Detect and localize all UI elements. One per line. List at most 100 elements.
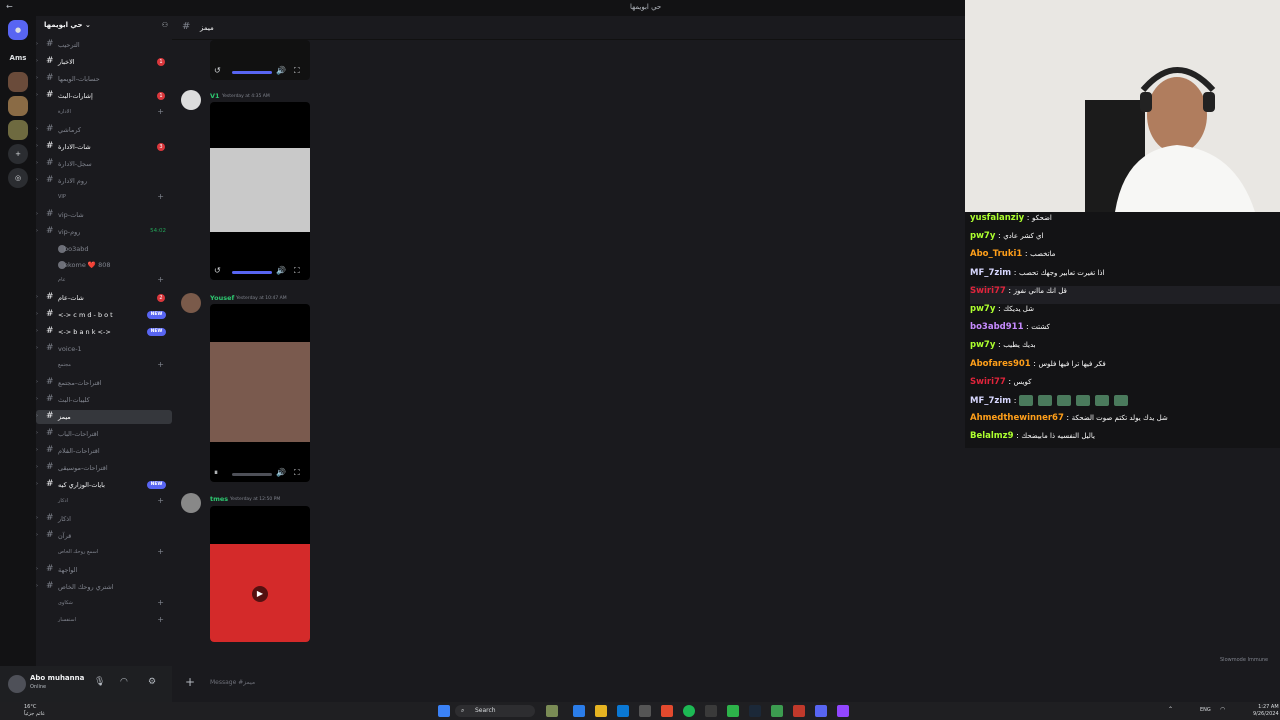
channel-item[interactable]: › # حسابات-الويمها	[36, 72, 172, 86]
add-channel-icon[interactable]: +	[157, 547, 164, 556]
fullscreen-icon[interactable]: ⛶	[294, 468, 300, 478]
server-icon-3[interactable]	[8, 120, 28, 140]
add-channel-icon[interactable]: +	[157, 360, 164, 369]
replay-icon[interactable]: ↺	[214, 266, 221, 275]
channel-item[interactable]: › # الترحيب	[36, 38, 172, 52]
language-indicator[interactable]: ENG	[1200, 707, 1211, 713]
message-author[interactable]: V1	[210, 92, 220, 100]
channel-category[interactable]: استفسار +	[36, 614, 172, 628]
volume-bar[interactable]	[232, 71, 272, 74]
message-author[interactable]: tmes	[210, 495, 228, 503]
add-channel-icon[interactable]: +	[157, 615, 164, 624]
fullscreen-icon[interactable]: ⛶	[294, 266, 300, 276]
app-icon-5[interactable]	[793, 705, 805, 717]
channel-item[interactable]: › # voice-1	[36, 342, 172, 356]
avatar[interactable]	[181, 293, 201, 313]
channel-category[interactable]: اسمع روحك الخاص +	[36, 546, 172, 560]
add-channel-icon[interactable]: +	[157, 107, 164, 116]
channel-item[interactable]: › # كرماشي	[36, 123, 172, 137]
channel-item[interactable]: › # vip-روم 54:02	[36, 225, 172, 239]
app-icon-1[interactable]	[573, 705, 585, 717]
channel-item[interactable]: › # الواجهة	[36, 563, 172, 577]
channel-item[interactable]: › # اقتراحات-موسيقى	[36, 461, 172, 475]
clock[interactable]: 1:27 AM 9/26/2024	[1253, 704, 1279, 718]
home-icon[interactable]: ●	[8, 20, 28, 40]
add-channel-icon[interactable]: +	[157, 496, 164, 505]
channel-item[interactable]: › # اقتراحات-الباب	[36, 427, 172, 441]
video-embed[interactable]: ⏸ 🔊 ⛶	[210, 304, 310, 482]
play-icon[interactable]: ▶	[252, 586, 268, 602]
back-icon[interactable]: ←	[6, 2, 13, 11]
progress-bar[interactable]	[232, 473, 272, 476]
voice-user[interactable]: bo3abd	[36, 242, 172, 256]
server-ams[interactable]: Ams	[8, 48, 28, 68]
channel-category[interactable]: اذكار +	[36, 495, 172, 509]
channel-item[interactable]: › # روم الادارة	[36, 174, 172, 188]
edge-icon[interactable]	[617, 705, 629, 717]
app-icon-2[interactable]	[639, 705, 651, 717]
settings-gear-icon[interactable]: ⚙	[148, 677, 156, 687]
widgets-icon[interactable]	[546, 705, 558, 717]
channel-item[interactable]: › # شات-الادارة 3	[36, 140, 172, 154]
avatar[interactable]	[8, 675, 26, 693]
avatar[interactable]	[181, 493, 201, 513]
pause-icon[interactable]: ⏸	[214, 468, 218, 478]
channel-item[interactable]: › # قرآن	[36, 529, 172, 543]
steam-icon[interactable]	[749, 705, 761, 717]
channel-category[interactable]: VIP +	[36, 191, 172, 205]
channel-item[interactable]: › # اشتري روحك الخاص	[36, 580, 172, 594]
video-embed[interactable]: ▶	[210, 506, 310, 642]
channel-item[interactable]: › # سجل-الادارة	[36, 157, 172, 171]
fullscreen-icon[interactable]: ⛶	[294, 66, 300, 76]
volume-icon[interactable]: 🔊	[276, 66, 286, 75]
add-member-icon[interactable]: ⚇	[162, 21, 168, 29]
attach-plus-icon[interactable]: +	[185, 675, 195, 689]
channel-item[interactable]: › # اقتراحات-مجتمع	[36, 376, 172, 390]
channel-item[interactable]: › # ميمز	[36, 410, 172, 424]
windows-start-icon[interactable]	[438, 705, 450, 717]
channel-item[interactable]: › # الاخبار 1	[36, 55, 172, 69]
replay-icon[interactable]: ↺	[214, 66, 221, 75]
tray-chevron-icon[interactable]: ⌃	[1168, 706, 1173, 713]
add-channel-icon[interactable]: +	[157, 275, 164, 284]
add-channel-icon[interactable]: +	[157, 598, 164, 607]
channel-item[interactable]: › # vip-شات	[36, 208, 172, 222]
discord-icon[interactable]	[815, 705, 827, 717]
channel-item[interactable]: › # بايات-الوزاري كيه NEW	[36, 478, 172, 492]
app-icon-3[interactable]	[727, 705, 739, 717]
volume-icon[interactable]: 🔊	[276, 468, 286, 477]
channel-category[interactable]: شكاوى +	[36, 597, 172, 611]
twitch-icon[interactable]	[837, 705, 849, 717]
brave-icon[interactable]	[661, 705, 673, 717]
channel-category[interactable]: عام +	[36, 274, 172, 288]
message-input[interactable]: + Message #ميمز	[180, 672, 965, 694]
add-server-icon[interactable]: +	[8, 144, 28, 164]
server-icon-1[interactable]	[8, 72, 28, 92]
channel-item[interactable]: › # كليبات-البث	[36, 393, 172, 407]
channel-item[interactable]: › # إشارات-البث 1	[36, 89, 172, 103]
weather-widget[interactable]: 16°C غائم جزئياً	[24, 704, 45, 718]
server-header[interactable]: حي ابويمها ⌄ ⚇	[44, 21, 168, 35]
video-embed-top[interactable]: ↺ 🔊 ⛶	[210, 40, 310, 80]
voice-user[interactable]: ekome ❤️ 808	[36, 258, 172, 272]
discover-icon[interactable]: ◎	[8, 168, 28, 188]
channel-item[interactable]: › # <-> c m d - b o t NEW	[36, 308, 172, 322]
avatar[interactable]	[181, 90, 201, 110]
message-author[interactable]: Yousef	[210, 294, 234, 302]
channel-item[interactable]: › # اذكار	[36, 512, 172, 526]
file-explorer-icon[interactable]	[595, 705, 607, 717]
channel-item[interactable]: › # اقتراحات-الفلام	[36, 444, 172, 458]
spotify-icon[interactable]	[683, 705, 695, 717]
wifi-icon[interactable]: ◠	[1220, 706, 1225, 713]
taskbar-search[interactable]: ⌕ Search	[455, 705, 535, 717]
channel-item[interactable]: › # شات-عام 2	[36, 291, 172, 305]
xbox-icon[interactable]	[705, 705, 717, 717]
channel-category[interactable]: مجتمع +	[36, 359, 172, 373]
app-icon-4[interactable]	[771, 705, 783, 717]
mic-icon[interactable]: 🎙	[94, 677, 105, 687]
channel-category[interactable]: الادارة +	[36, 106, 172, 120]
add-channel-icon[interactable]: +	[157, 192, 164, 201]
volume-icon[interactable]: 🔊	[276, 266, 286, 275]
channel-item[interactable]: › # <-> b a n k <-> NEW	[36, 325, 172, 339]
server-icon-2[interactable]	[8, 96, 28, 116]
